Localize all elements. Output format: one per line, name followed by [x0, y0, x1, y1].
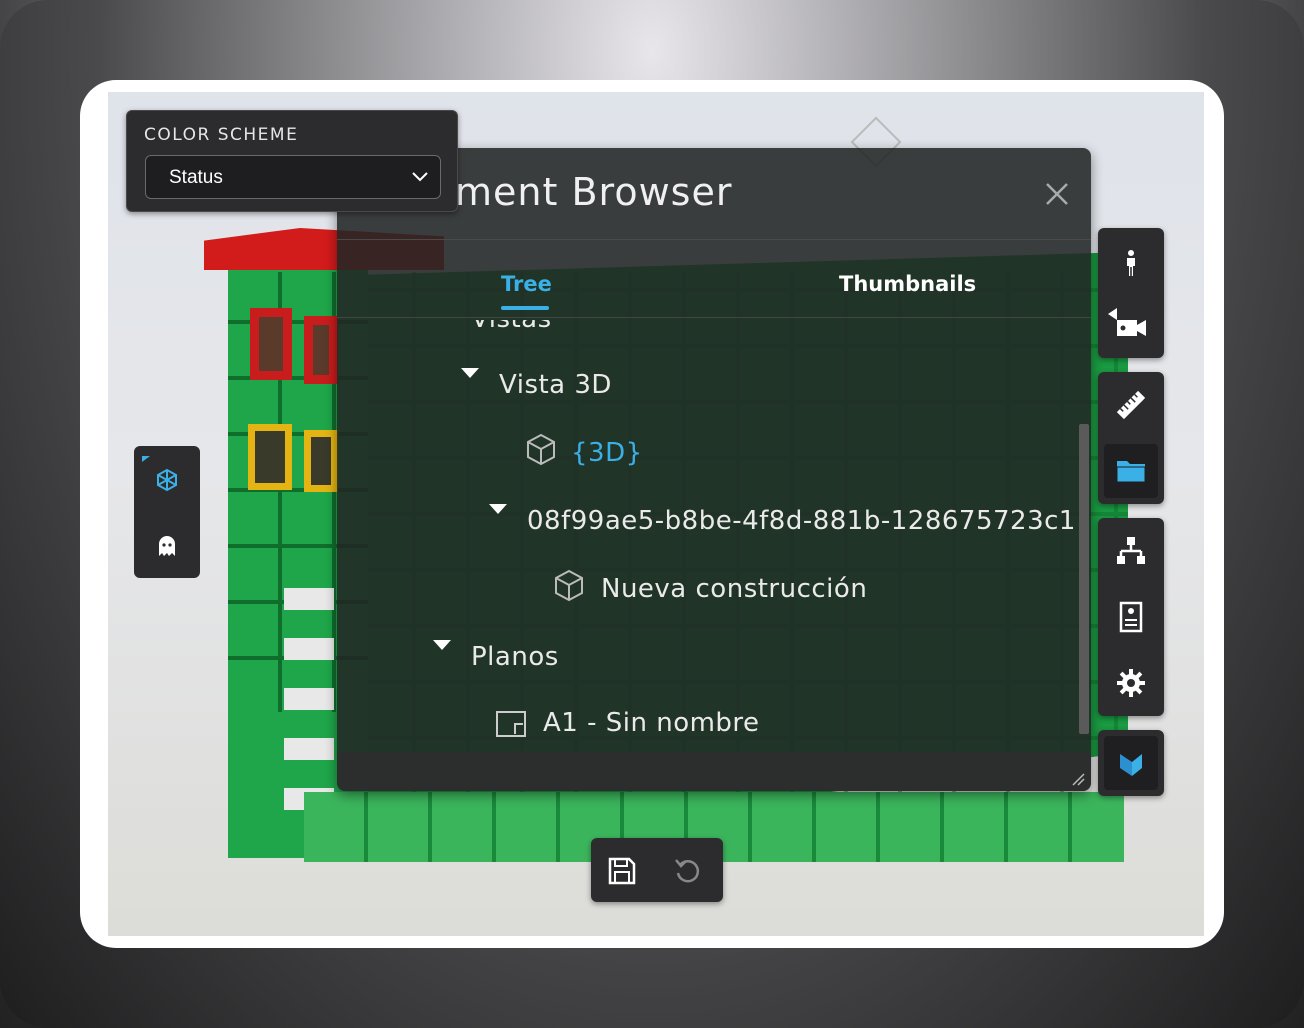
- balcony: [284, 738, 334, 760]
- color-scheme-title: COLOR SCHEME: [144, 125, 299, 145]
- folder-icon[interactable]: [1104, 444, 1158, 498]
- close-icon[interactable]: [1041, 178, 1073, 210]
- person-walk-icon[interactable]: [1104, 236, 1158, 290]
- cube-icon: [553, 568, 585, 602]
- tree-node-vista-3d[interactable]: Vista 3D: [499, 370, 612, 400]
- save-icon[interactable]: [607, 856, 637, 886]
- balcony: [284, 638, 334, 660]
- structure-tree-icon[interactable]: [1104, 524, 1158, 578]
- flyout-indicator-icon: [142, 456, 150, 462]
- model-browser-panel: ment Browser Tree Thumbnails Vistas Vist…: [337, 148, 1091, 791]
- tab-tree[interactable]: Tree: [501, 272, 552, 296]
- red-window: [304, 316, 338, 384]
- expand-caret-icon[interactable]: [461, 368, 479, 378]
- ghost-icon[interactable]: [151, 530, 183, 562]
- yellow-window: [304, 430, 338, 492]
- explode-model-icon[interactable]: [151, 464, 183, 496]
- tree-node-vistas[interactable]: Vistas: [471, 320, 552, 334]
- active-tab-indicator: [501, 306, 549, 310]
- left-toolbar: [134, 446, 200, 578]
- tools-toolbar-group: [1098, 372, 1164, 504]
- model-tree: Vistas Vista 3D {3D} 08f99ae5-b8be-4f8d-…: [337, 320, 1077, 752]
- tree-node-3d-view[interactable]: {3D}: [571, 438, 643, 468]
- color-scheme-panel: COLOR SCHEME Status: [126, 110, 458, 212]
- tree-node-nueva-construccion[interactable]: Nueva construcción: [601, 574, 867, 604]
- yellow-window: [248, 424, 292, 490]
- browser-footer: [337, 752, 1091, 791]
- tab-thumbnails[interactable]: Thumbnails: [839, 272, 976, 296]
- balcony: [284, 688, 334, 710]
- tree-node-planos[interactable]: Planos: [471, 642, 559, 672]
- properties-icon[interactable]: [1104, 590, 1158, 644]
- resize-handle-icon[interactable]: [1071, 771, 1085, 786]
- tree-scrollbar[interactable]: [1079, 424, 1089, 734]
- camera-icon[interactable]: [1104, 300, 1158, 354]
- panels-toolbar-group: [1098, 518, 1164, 716]
- viewcube-app-icon[interactable]: [1104, 736, 1158, 790]
- browser-tabs: Tree Thumbnails: [337, 244, 1091, 318]
- color-scheme-select[interactable]: Status: [145, 155, 441, 199]
- tree-node-sheet-a1[interactable]: A1 - Sin nombre: [543, 708, 760, 738]
- sheet-icon: [495, 710, 527, 738]
- browser-title: ment Browser: [455, 170, 733, 214]
- balcony: [284, 588, 334, 610]
- color-scheme-value: Status: [169, 167, 223, 188]
- reset-icon[interactable]: [673, 856, 703, 886]
- chevron-down-icon: [410, 166, 430, 186]
- settings-gear-icon[interactable]: [1104, 656, 1158, 710]
- bottom-toolbar: [591, 838, 723, 902]
- app-toolbar-group: [1098, 730, 1164, 796]
- expand-caret-icon[interactable]: [433, 640, 451, 650]
- red-window: [250, 308, 292, 380]
- measure-ruler-icon[interactable]: [1104, 378, 1158, 432]
- expand-caret-icon[interactable]: [489, 504, 507, 514]
- cube-icon: [525, 432, 557, 466]
- tree-node-model-guid[interactable]: 08f99ae5-b8be-4f8d-881b-128675723c10: [527, 506, 1077, 536]
- navigation-toolbar-group: [1098, 228, 1164, 358]
